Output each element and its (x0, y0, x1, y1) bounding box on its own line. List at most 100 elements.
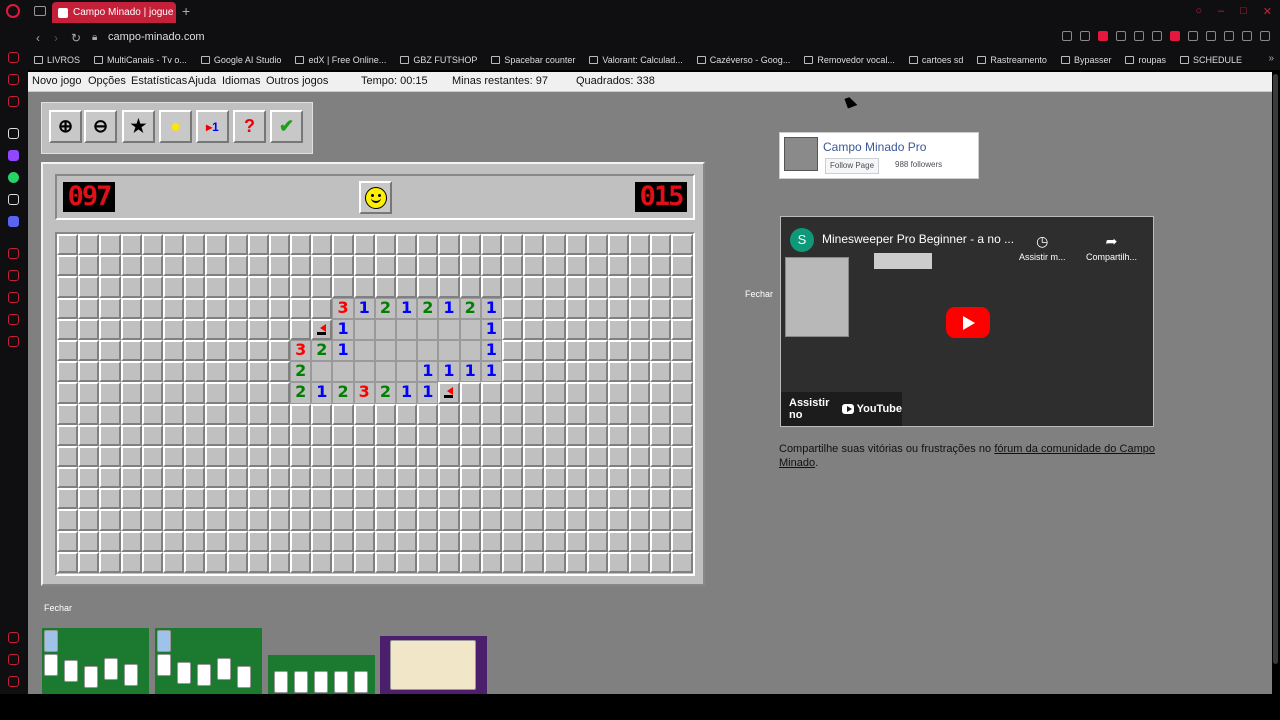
pin-icon[interactable] (1062, 31, 1072, 41)
unrevealed-cell[interactable] (629, 318, 651, 340)
unrevealed-cell[interactable] (57, 318, 79, 340)
star-button[interactable]: ★ (122, 110, 155, 143)
revealed-number-cell[interactable]: 1 (396, 297, 418, 319)
unrevealed-cell[interactable] (226, 382, 248, 404)
unrevealed-cell[interactable] (205, 318, 227, 340)
bookmark-item[interactable]: edX | Free Online... (295, 55, 386, 65)
unrevealed-cell[interactable] (586, 509, 608, 531)
unrevealed-cell[interactable] (120, 551, 142, 573)
unrevealed-cell[interactable] (247, 297, 269, 319)
history-icon[interactable] (8, 292, 19, 303)
unrevealed-cell[interactable] (459, 234, 481, 256)
unrevealed-cell[interactable] (184, 297, 206, 319)
bookmark-item[interactable]: Google AI Studio (200, 55, 281, 65)
unrevealed-cell[interactable] (417, 234, 439, 256)
unrevealed-cell[interactable] (671, 361, 693, 383)
unrevealed-cell[interactable] (671, 467, 693, 489)
unrevealed-cell[interactable] (311, 403, 333, 425)
bookmark-item[interactable]: LIVROS (34, 55, 80, 65)
unrevealed-cell[interactable] (417, 424, 439, 446)
active-tab[interactable]: Campo Minado | jogue on (52, 2, 176, 23)
player-icon[interactable] (8, 270, 19, 281)
opera-logo-icon[interactable] (6, 4, 20, 18)
unrevealed-cell[interactable] (162, 361, 185, 383)
unrevealed-cell[interactable] (184, 530, 206, 552)
unrevealed-cell[interactable] (78, 488, 100, 510)
unrevealed-cell[interactable] (374, 424, 396, 446)
unrevealed-cell[interactable] (565, 551, 587, 573)
unrevealed-cell[interactable] (99, 297, 121, 319)
unrevealed-cell[interactable] (629, 530, 651, 552)
revealed-empty-cell[interactable] (417, 339, 439, 362)
unrevealed-cell[interactable] (544, 445, 566, 468)
unrevealed-cell[interactable] (671, 403, 693, 425)
revealed-number-cell[interactable]: 2 (290, 382, 312, 404)
unrevealed-cell[interactable] (120, 339, 142, 362)
unrevealed-cell[interactable] (99, 255, 121, 277)
unrevealed-cell[interactable] (78, 339, 100, 362)
unrevealed-cell[interactable] (184, 509, 206, 531)
unrevealed-cell[interactable] (565, 234, 587, 256)
unrevealed-cell[interactable] (311, 424, 333, 446)
unrevealed-cell[interactable] (226, 318, 248, 340)
unrevealed-cell[interactable] (650, 551, 672, 573)
unrevealed-cell[interactable] (480, 382, 502, 404)
page-logo-icon[interactable] (784, 137, 818, 171)
search-icon[interactable]: ○ (1195, 5, 1202, 18)
unrevealed-cell[interactable] (629, 361, 651, 383)
unrevealed-cell[interactable] (141, 509, 163, 531)
scrollbar-thumb[interactable] (1273, 74, 1278, 664)
unrevealed-cell[interactable] (544, 276, 566, 298)
unrevealed-cell[interactable] (78, 255, 100, 277)
unrevealed-cell[interactable] (629, 445, 651, 468)
unrevealed-cell[interactable] (586, 318, 608, 340)
unrevealed-cell[interactable] (501, 551, 524, 573)
unrevealed-cell[interactable] (544, 382, 566, 404)
unrevealed-cell[interactable] (247, 339, 269, 362)
unrevealed-cell[interactable] (480, 445, 502, 468)
unrevealed-cell[interactable] (247, 488, 269, 510)
unrevealed-cell[interactable] (353, 509, 375, 531)
unrevealed-cell[interactable] (501, 424, 524, 446)
unrevealed-cell[interactable] (586, 424, 608, 446)
unrevealed-cell[interactable] (586, 339, 608, 362)
unrevealed-cell[interactable] (57, 467, 79, 489)
forward-icon[interactable]: › (54, 31, 58, 45)
unrevealed-cell[interactable] (523, 382, 545, 404)
unrevealed-cell[interactable] (353, 467, 375, 489)
unrevealed-cell[interactable] (523, 276, 545, 298)
unrevealed-cell[interactable] (629, 509, 651, 531)
unrevealed-cell[interactable] (99, 509, 121, 531)
unrevealed-cell[interactable] (438, 509, 460, 531)
unrevealed-cell[interactable] (268, 276, 291, 298)
unrevealed-cell[interactable] (523, 234, 545, 256)
unrevealed-cell[interactable] (374, 509, 396, 531)
unrevealed-cell[interactable] (650, 255, 672, 277)
unrevealed-cell[interactable] (141, 361, 163, 383)
unrevealed-cell[interactable] (141, 551, 163, 573)
unrevealed-cell[interactable] (99, 551, 121, 573)
unrevealed-cell[interactable] (629, 551, 651, 573)
unrevealed-cell[interactable] (607, 551, 630, 573)
unrevealed-cell[interactable] (353, 234, 375, 256)
unrevealed-cell[interactable] (438, 403, 460, 425)
settings-icon[interactable] (8, 336, 19, 347)
unrevealed-cell[interactable] (57, 382, 79, 404)
unrevealed-cell[interactable] (120, 382, 142, 404)
unrevealed-cell[interactable] (78, 509, 100, 531)
unrevealed-cell[interactable] (544, 530, 566, 552)
unrevealed-cell[interactable] (268, 467, 291, 489)
unrevealed-cell[interactable] (57, 551, 79, 573)
unrevealed-cell[interactable] (184, 234, 206, 256)
unrevealed-cell[interactable] (332, 530, 354, 552)
unrevealed-cell[interactable] (205, 509, 227, 531)
unrevealed-cell[interactable] (459, 488, 481, 510)
unrevealed-cell[interactable] (141, 403, 163, 425)
unrevealed-cell[interactable] (459, 445, 481, 468)
unrevealed-cell[interactable] (501, 339, 524, 362)
unrevealed-cell[interactable] (141, 530, 163, 552)
unrevealed-cell[interactable] (523, 530, 545, 552)
unrevealed-cell[interactable] (396, 234, 418, 256)
unrevealed-cell[interactable] (99, 361, 121, 383)
revealed-number-cell[interactable]: 1 (438, 297, 460, 319)
